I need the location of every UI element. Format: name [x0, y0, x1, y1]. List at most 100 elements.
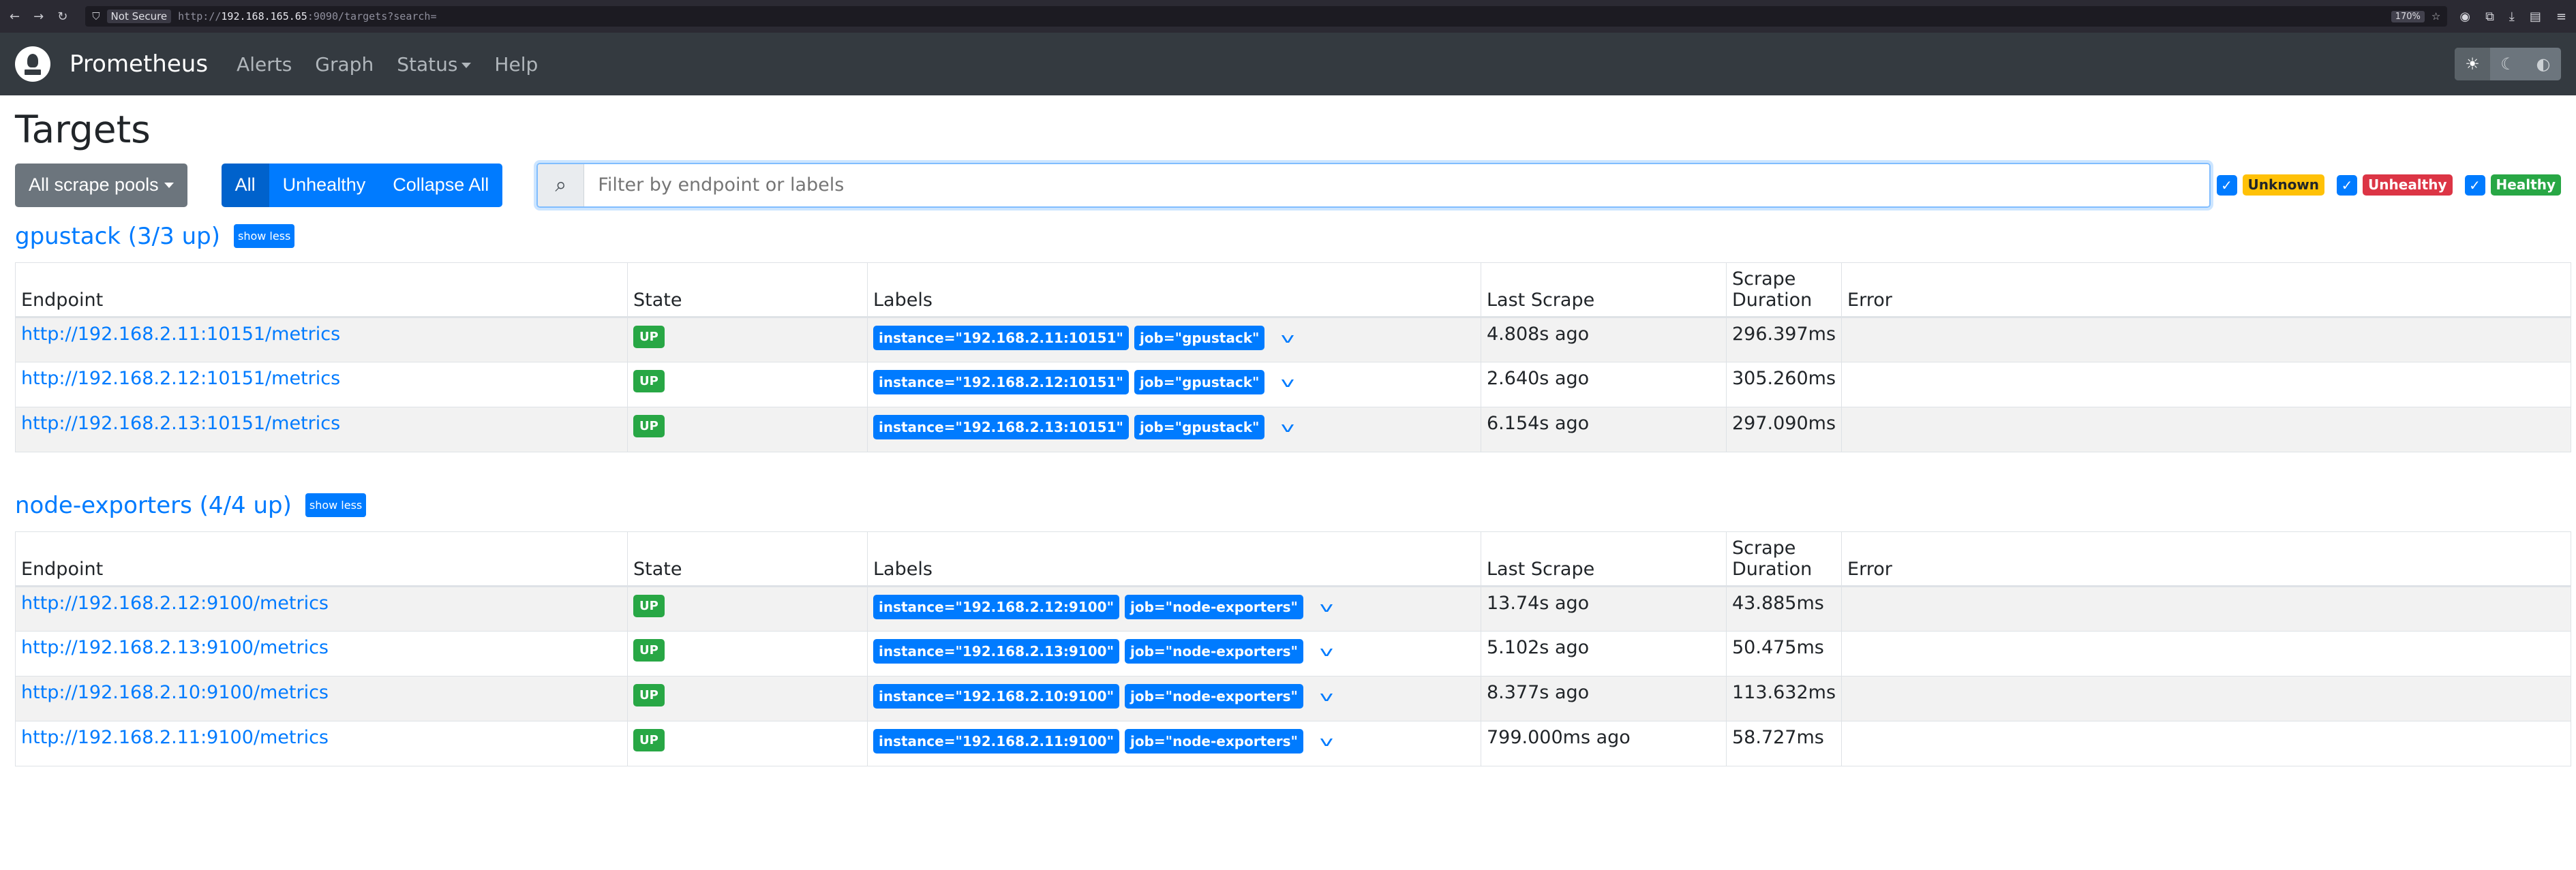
- bookmark-star-icon[interactable]: ☆: [2431, 10, 2440, 22]
- caret-down-icon: [164, 182, 174, 188]
- forward-icon[interactable]: →: [33, 10, 44, 24]
- scrape-pools-dropdown[interactable]: All scrape pools: [15, 163, 187, 207]
- chevron-down-icon[interactable]: v: [1320, 688, 1333, 704]
- reader-icon[interactable]: ▤: [2530, 10, 2541, 24]
- endpoint-link[interactable]: http://192.168.2.12:10151/metrics: [21, 368, 340, 389]
- unknown-checkbox[interactable]: ✓: [2216, 174, 2237, 196]
- chevron-down-icon[interactable]: v: [1320, 643, 1333, 659]
- state-badge: UP: [633, 369, 665, 392]
- error-cell: [1841, 675, 2571, 721]
- label-job: job="node-exporters": [1125, 683, 1303, 709]
- pool-title-link[interactable]: gpustack (3/3 up): [15, 223, 220, 250]
- pool-gpustack: gpustack (3/3 up) show less Endpoint Sta…: [15, 223, 2571, 452]
- scrape-duration: 305.260ms: [1725, 361, 1843, 407]
- col-state: State: [627, 531, 868, 587]
- last-scrape: 4.808s ago: [1481, 316, 1727, 362]
- col-endpoint: Endpoint: [15, 531, 628, 587]
- url-text[interactable]: http://192.168.165.65:9090/targets?searc…: [178, 10, 436, 22]
- scrape-duration: 113.632ms: [1725, 675, 1843, 721]
- col-labels: Labels: [867, 531, 1481, 587]
- last-scrape: 5.102s ago: [1481, 630, 1727, 677]
- browser-toolbar: ← → ↻ ⛉ Not Secure http://192.168.165.65…: [0, 0, 2576, 33]
- chevron-down-icon[interactable]: v: [1320, 599, 1333, 615]
- nav-alerts[interactable]: Alerts: [237, 53, 292, 76]
- extensions-icon[interactable]: ⧉: [2485, 10, 2494, 24]
- light-theme-icon[interactable]: ☀: [2455, 48, 2490, 80]
- chevron-down-icon[interactable]: v: [1320, 733, 1333, 749]
- label-job: job="gpustack": [1134, 325, 1265, 350]
- pool-node-exporters: node-exporters (4/4 up) show less Endpoi…: [15, 492, 2571, 766]
- table-row: http://192.168.2.13:9100/metrics UP inst…: [15, 630, 2571, 677]
- state-badge: UP: [633, 683, 665, 706]
- label-instance: instance="192.168.2.10:9100": [873, 683, 1120, 709]
- table-row: http://192.168.2.11:10151/metrics UP ins…: [15, 316, 2571, 362]
- endpoint-link[interactable]: http://192.168.2.11:10151/metrics: [21, 324, 340, 345]
- state-badge: UP: [633, 638, 665, 662]
- chevron-down-icon[interactable]: v: [1281, 374, 1294, 390]
- reload-icon[interactable]: ↻: [57, 10, 67, 24]
- scrape-duration: 50.475ms: [1725, 630, 1843, 677]
- endpoint-link[interactable]: http://192.168.2.13:10151/metrics: [21, 413, 340, 434]
- error-cell: [1841, 720, 2571, 766]
- collapse-all-button[interactable]: Collapse All: [379, 163, 503, 207]
- account-icon[interactable]: ◉: [2459, 10, 2470, 24]
- healthy-checkbox[interactable]: ✓: [2464, 174, 2485, 196]
- col-error: Error: [1841, 262, 2571, 318]
- pool-title-link[interactable]: node-exporters (4/4 up): [15, 492, 292, 519]
- table-row: http://192.168.2.11:9100/metrics UP inst…: [15, 720, 2571, 766]
- search-input[interactable]: [584, 164, 2210, 206]
- state-badge: UP: [633, 325, 665, 348]
- col-labels: Labels: [867, 262, 1481, 318]
- address-bar[interactable]: ⛉ Not Secure http://192.168.165.65:9090/…: [85, 6, 2448, 27]
- unhealthy-checkbox[interactable]: ✓: [2337, 174, 2358, 196]
- brand-name[interactable]: Prometheus: [70, 50, 208, 78]
- filter-button-group: All Unhealthy Collapse All: [221, 163, 503, 207]
- state-badge: UP: [633, 728, 665, 751]
- menu-icon[interactable]: ≡: [2556, 10, 2566, 24]
- nav-status[interactable]: Status: [397, 53, 472, 76]
- dark-theme-icon[interactable]: ☾: [2490, 48, 2526, 80]
- unknown-badge: Unknown: [2242, 174, 2325, 196]
- show-less-button[interactable]: show less: [305, 493, 367, 517]
- label-job: job="node-exporters": [1125, 728, 1303, 754]
- nav-help[interactable]: Help: [494, 53, 538, 76]
- endpoint-link[interactable]: http://192.168.2.13:9100/metrics: [21, 637, 329, 658]
- scrape-duration: 296.397ms: [1725, 316, 1843, 362]
- label-instance: instance="192.168.2.13:10151": [873, 414, 1129, 439]
- endpoint-link[interactable]: http://192.168.2.10:9100/metrics: [21, 682, 329, 703]
- scrape-duration: 58.727ms: [1725, 720, 1843, 766]
- error-cell: [1841, 406, 2571, 452]
- col-last-scrape: Last Scrape: [1481, 262, 1727, 318]
- scrape-duration: 297.090ms: [1725, 406, 1843, 452]
- table-row: http://192.168.2.10:9100/metrics UP inst…: [15, 675, 2571, 721]
- filter-unhealthy-button[interactable]: Unhealthy: [269, 163, 380, 207]
- download-icon[interactable]: ⤓: [2509, 10, 2515, 24]
- chevron-down-icon[interactable]: v: [1281, 419, 1294, 435]
- endpoint-link[interactable]: http://192.168.2.12:9100/metrics: [21, 593, 329, 614]
- table-row: http://192.168.2.12:9100/metrics UP inst…: [15, 585, 2571, 632]
- chevron-down-icon[interactable]: v: [1281, 330, 1294, 346]
- health-filters: ✓ Unknown ✓ Unhealthy ✓ Healthy: [2216, 174, 2561, 196]
- filter-all-button[interactable]: All: [221, 163, 269, 207]
- label-instance: instance="192.168.2.11:9100": [873, 728, 1120, 754]
- label-instance: instance="192.168.2.12:9100": [873, 594, 1120, 619]
- nav-graph[interactable]: Graph: [315, 53, 374, 76]
- search-box: ⌕: [536, 162, 2211, 208]
- zoom-level[interactable]: 170%: [2391, 10, 2425, 22]
- shield-icon[interactable]: ⛉: [92, 10, 100, 22]
- targets-table: Endpoint State Labels Last Scrape Scrape…: [15, 262, 2571, 452]
- back-icon[interactable]: ←: [10, 10, 20, 24]
- top-navbar: Prometheus Alerts Graph Status Help ☀ ☾ …: [0, 33, 2576, 95]
- browser-theme-icon[interactable]: ◐: [2526, 48, 2561, 80]
- label-job: job="gpustack": [1134, 369, 1265, 394]
- healthy-badge: Healthy: [2490, 174, 2561, 196]
- caret-down-icon: [461, 62, 472, 68]
- label-instance: instance="192.168.2.11:10151": [873, 325, 1129, 350]
- last-scrape: 8.377s ago: [1481, 675, 1727, 721]
- label-job: job="node-exporters": [1125, 594, 1303, 619]
- prometheus-logo-icon[interactable]: [15, 46, 50, 82]
- endpoint-link[interactable]: http://192.168.2.11:9100/metrics: [21, 727, 329, 748]
- show-less-button[interactable]: show less: [233, 224, 295, 248]
- not-secure-badge[interactable]: Not Secure: [106, 10, 172, 23]
- error-cell: [1841, 316, 2571, 362]
